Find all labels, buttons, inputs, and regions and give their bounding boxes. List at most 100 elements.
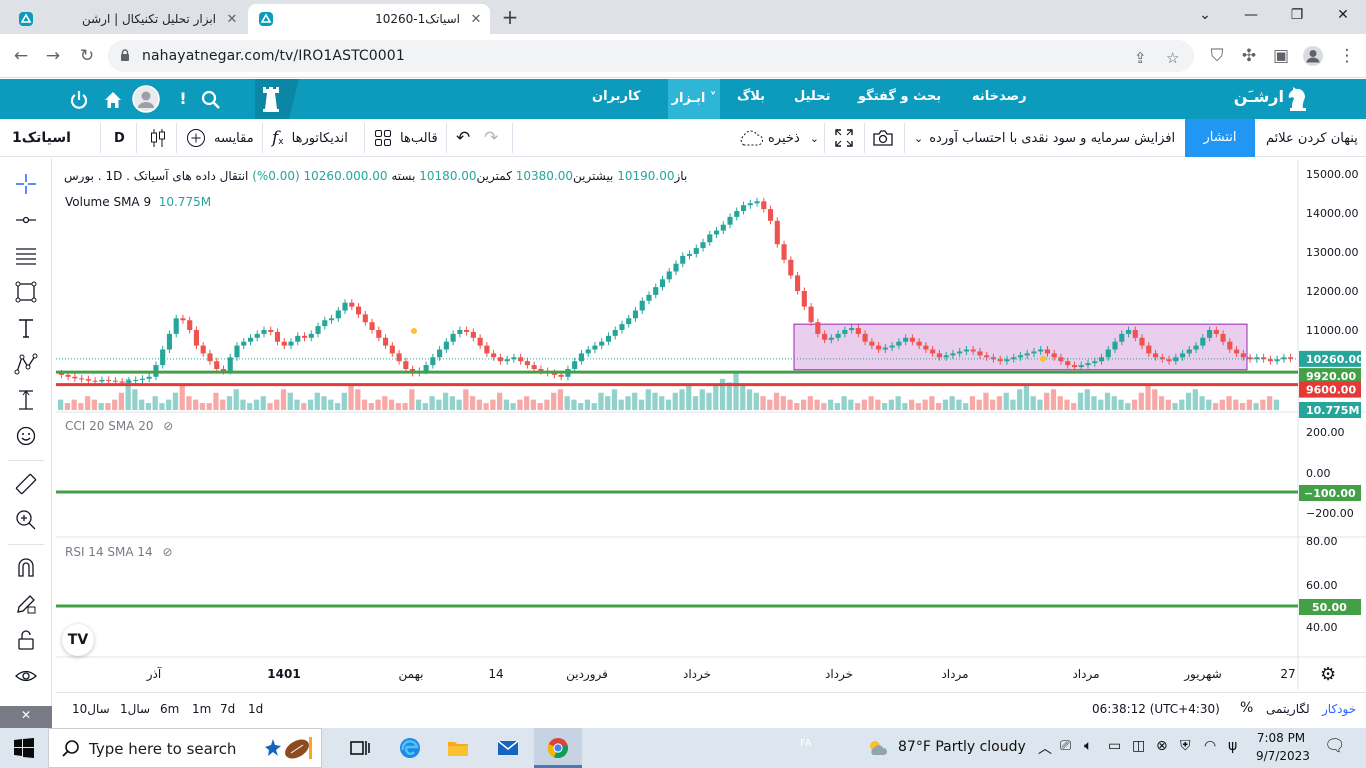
security-icon[interactable]: ⛨ bbox=[1180, 738, 1191, 754]
lock-icon[interactable] bbox=[14, 628, 38, 652]
rsi-legend[interactable]: RSI 14 SMA 14 ⊘ bbox=[65, 545, 173, 559]
back-button[interactable]: ← bbox=[10, 45, 32, 67]
draw-lock-pencil-icon[interactable] bbox=[14, 592, 38, 616]
volume-icon[interactable]: 🔈︎ bbox=[1084, 738, 1092, 754]
range-10y[interactable]: 10سال bbox=[72, 702, 110, 716]
tray-chevron-icon[interactable]: ︿ bbox=[1038, 738, 1052, 758]
browser-tab-chart[interactable]: 10260-اسیاتک1 ✕ bbox=[248, 4, 490, 34]
user-avatar-icon[interactable] bbox=[130, 85, 162, 113]
hidden-eye-icon[interactable]: ⊘ bbox=[163, 419, 173, 433]
close-tab-icon[interactable]: ✕ bbox=[224, 12, 240, 27]
weather-text[interactable]: 87°F Partly cloudy bbox=[898, 739, 1026, 755]
ruler-icon[interactable] bbox=[14, 472, 38, 496]
interval-button[interactable]: D bbox=[114, 119, 125, 157]
tower-icon[interactable] bbox=[258, 84, 284, 114]
zoom-in-icon[interactable] bbox=[14, 508, 38, 532]
extension-shield-icon[interactable]: ⛉ bbox=[1206, 45, 1228, 67]
nav-analysis[interactable]: تحلیل bbox=[794, 89, 830, 104]
text-tool-icon[interactable] bbox=[14, 316, 38, 340]
close-window-button[interactable]: ✕ bbox=[1328, 4, 1358, 26]
browser-menu-icon[interactable]: ⋮ bbox=[1336, 45, 1358, 67]
extensions-puzzle-icon[interactable]: ✣ bbox=[1238, 45, 1260, 67]
templates-button[interactable]: قالب‌ها bbox=[374, 119, 438, 157]
collapse-toolbar-button[interactable]: ✕ bbox=[0, 706, 52, 728]
magnet-icon[interactable] bbox=[14, 556, 38, 580]
home-icon[interactable] bbox=[102, 89, 124, 111]
rectangle-tool-icon[interactable] bbox=[14, 280, 38, 304]
weather-cloud-icon[interactable] bbox=[866, 736, 890, 760]
share-icon[interactable]: ⇪ bbox=[1134, 49, 1147, 67]
side-panel-icon[interactable]: ▣ bbox=[1270, 45, 1292, 67]
measure-tool-icon[interactable] bbox=[14, 388, 38, 412]
hide-marks-button[interactable]: پنهان کردن علائم bbox=[1266, 119, 1358, 157]
close-tab-icon[interactable]: ✕ bbox=[468, 12, 484, 27]
publish-button[interactable]: انتشار bbox=[1185, 119, 1255, 157]
tray-time[interactable]: 7:08 PM bbox=[1256, 731, 1306, 745]
range-1d[interactable]: 1d bbox=[248, 702, 263, 716]
range-1y[interactable]: 1سال bbox=[120, 702, 150, 716]
indicators-button[interactable]: fx اندیکاتورها bbox=[272, 119, 348, 157]
minimize-button[interactable]: — bbox=[1236, 4, 1266, 26]
power-icon[interactable] bbox=[68, 89, 90, 111]
chart-style-button[interactable] bbox=[148, 119, 168, 157]
cci-legend[interactable]: CCI 20 SMA 20 ⊘ bbox=[65, 419, 173, 433]
browser-tab-tools[interactable]: ابزار تحلیل تکنیکال | ارشن ✕ bbox=[8, 4, 246, 34]
lang-indicator[interactable]: FA bbox=[800, 738, 812, 749]
fib-lines-icon[interactable] bbox=[14, 244, 38, 268]
search-icon[interactable] bbox=[200, 89, 222, 111]
percent-toggle[interactable]: % bbox=[1240, 700, 1253, 716]
eye-icon[interactable] bbox=[14, 664, 38, 688]
profile-avatar-icon[interactable] bbox=[1302, 45, 1324, 67]
nav-discussion[interactable]: بحث و گفتگو bbox=[858, 89, 941, 104]
site-logo[interactable]: ارشـَن bbox=[1234, 87, 1284, 106]
windows-start-icon[interactable] bbox=[12, 736, 36, 760]
tradingview-logo[interactable]: TV bbox=[62, 624, 94, 656]
clock-timezone[interactable]: 06:38:12 (UTC+4:30) bbox=[1092, 702, 1220, 716]
chart-canvas[interactable]: 15000.00 14000.00 13000.00 12000.00 11000.00… bbox=[56, 160, 1366, 690]
hidden-eye-icon[interactable]: ⊘ bbox=[162, 545, 172, 559]
chrome-icon[interactable] bbox=[546, 736, 570, 760]
undo-button[interactable]: ↶ bbox=[456, 119, 470, 157]
language-icon[interactable]: ψ bbox=[1228, 738, 1237, 754]
pattern-tool-icon[interactable] bbox=[14, 352, 38, 376]
task-view-icon[interactable] bbox=[348, 736, 372, 760]
nav-tools[interactable]: ابـزار ˅ bbox=[668, 79, 720, 119]
emoji-icon[interactable] bbox=[14, 424, 38, 448]
redo-button[interactable]: ↷ bbox=[484, 119, 498, 157]
new-tab-button[interactable]: + bbox=[500, 6, 520, 28]
chart-settings-gear-icon[interactable]: ⚙ bbox=[1320, 664, 1336, 685]
tab-search-chevron-icon[interactable]: ⌄ bbox=[1190, 4, 1220, 26]
compare-button[interactable]: مقایسه bbox=[186, 119, 254, 157]
tray-app-icon[interactable]: ⎚ bbox=[1060, 738, 1071, 754]
auto-toggle[interactable]: خودکار bbox=[1322, 702, 1356, 716]
network-off-icon[interactable]: ⊗ bbox=[1156, 738, 1168, 754]
file-explorer-icon[interactable] bbox=[446, 736, 470, 760]
wifi-icon[interactable]: ◠ bbox=[1204, 738, 1216, 754]
chart-area[interactable]: 15000.00 14000.00 13000.00 12000.00 11000.00… bbox=[56, 160, 1366, 690]
mail-icon[interactable] bbox=[496, 736, 520, 760]
alert-icon[interactable]: ! bbox=[172, 89, 194, 111]
taskbar-search[interactable]: Type here to search bbox=[48, 728, 322, 768]
bookmark-star-icon[interactable]: ☆ bbox=[1166, 49, 1179, 67]
nav-blog[interactable]: بلاگ bbox=[737, 89, 765, 104]
battery-icon[interactable]: ▭ bbox=[1108, 738, 1121, 754]
forward-button[interactable]: → bbox=[42, 45, 64, 67]
log-toggle[interactable]: لگاریتمی bbox=[1266, 702, 1310, 716]
snapshot-button[interactable] bbox=[872, 119, 894, 157]
notification-icon[interactable]: 🗨︎ bbox=[1324, 736, 1346, 756]
reload-button[interactable]: ↻ bbox=[76, 45, 98, 67]
nav-users[interactable]: کاربران bbox=[592, 89, 640, 104]
address-bar[interactable]: nahayatnegar.com/tv/IRO1ASTC0001 ⇪ ☆ bbox=[108, 40, 1194, 72]
nav-observatory[interactable]: رصدخانه bbox=[972, 89, 1027, 104]
maximize-button[interactable]: ❐ bbox=[1282, 4, 1312, 26]
layout-title-dropdown[interactable]: ⌄ افزایش سرمایه و سود نقدی با احتساب آور… bbox=[914, 119, 1175, 157]
trend-line-icon[interactable] bbox=[14, 208, 38, 232]
meet-now-icon[interactable]: ◫ bbox=[1132, 738, 1145, 754]
symbol-search[interactable]: اسیاتک1 bbox=[12, 119, 71, 157]
range-1m[interactable]: 1m bbox=[192, 702, 211, 716]
range-7d[interactable]: 7d bbox=[220, 702, 235, 716]
fullscreen-button[interactable] bbox=[834, 119, 854, 157]
tray-date[interactable]: 9/7/2023 bbox=[1256, 749, 1310, 763]
crosshair-icon[interactable] bbox=[14, 172, 38, 196]
save-button[interactable]: ذخیره ⌄ bbox=[738, 119, 819, 157]
